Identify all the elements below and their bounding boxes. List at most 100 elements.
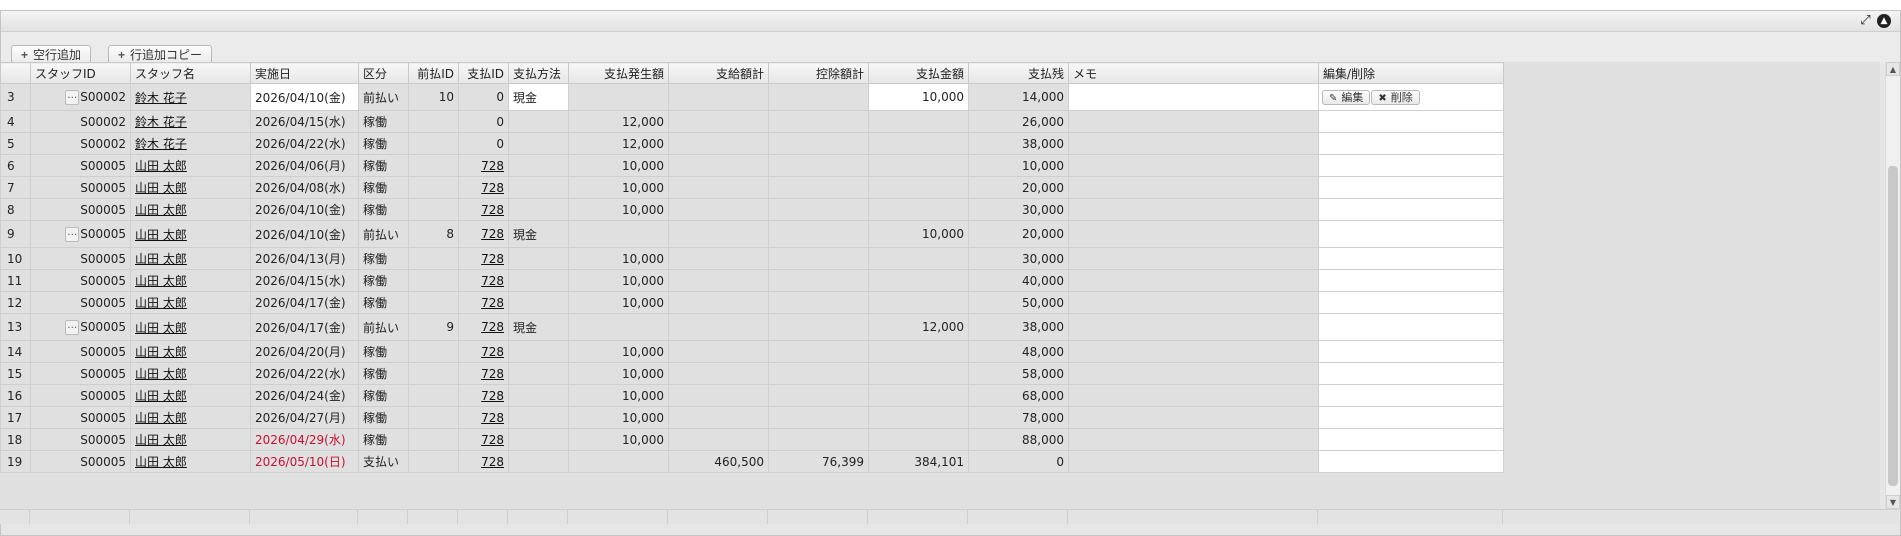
table-row[interactable]: 8 S00005 山田 太郎 2026/04/10(金) 稼働 728 10,000 30,0… [0, 198, 1504, 221]
table-row[interactable]: 4 S00002 鈴木 花子 2026/04/15(水) 稼働 0 12,000 26,000 [0, 110, 1504, 133]
pay-id-cell-text[interactable]: 728 [481, 320, 504, 334]
pay-id-cell-text[interactable]: 728 [481, 455, 504, 469]
staff-name-cell-text[interactable]: 山田 太郎 [135, 411, 187, 425]
pay-id-cell[interactable]: 728 [458, 406, 509, 429]
table-row[interactable]: 17 S00005 山田 太郎 2026/04/27(月) 稼働 728 10,000 78,… [0, 406, 1504, 429]
table-row[interactable]: 19 S00005 山田 太郎 2026/05/10(日) 支払い 728 460,500 7… [0, 450, 1504, 473]
table-row[interactable]: 3 … S00002 鈴木 花子 2026/04/10(金) 前払い 10 0 現金 10,000… [0, 83, 1504, 111]
column-header-1[interactable]: スタッフID [30, 62, 131, 84]
staff-name-cell-text[interactable]: 山田 太郎 [135, 455, 187, 469]
pay-id-cell[interactable]: 728 [458, 384, 509, 407]
pay-id-cell[interactable]: 728 [458, 340, 509, 363]
pay-id-cell[interactable]: 0 [458, 132, 509, 155]
pay-id-cell[interactable]: 728 [458, 198, 509, 221]
table-row[interactable]: 5 S00002 鈴木 花子 2026/04/22(水) 稼働 0 12,000 38,000 [0, 132, 1504, 155]
pay-id-cell[interactable]: 728 [458, 450, 509, 473]
pay-id-cell[interactable]: 728 [458, 154, 509, 177]
pay-id-cell-text[interactable]: 728 [481, 411, 504, 425]
pay-id-cell[interactable]: 0 [458, 110, 509, 133]
table-row[interactable]: 14 S00005 山田 太郎 2026/04/20(月) 稼働 728 10,000 48,… [0, 340, 1504, 363]
ellipsis-picker-icon[interactable]: … [65, 89, 80, 105]
expand-icon[interactable]: ⤢ [1858, 13, 1873, 28]
column-header-11[interactable]: 支払金額 [868, 62, 969, 84]
table-row[interactable]: 9 … S00005 山田 太郎 2026/04/10(金) 前払い 8 728 現金 10,00… [0, 220, 1504, 248]
staff-name-cell[interactable]: 山田 太郎 [130, 428, 251, 451]
edit-button[interactable]: ✎ 編集 [1322, 89, 1371, 105]
staff-name-cell[interactable]: 山田 太郎 [130, 198, 251, 221]
staff-name-cell-text[interactable]: 山田 太郎 [135, 274, 187, 288]
staff-name-cell[interactable]: 山田 太郎 [130, 154, 251, 177]
collapse-icon[interactable]: ▲ [1877, 14, 1891, 28]
column-header-12[interactable]: 支払残 [968, 62, 1069, 84]
staff-name-cell-text[interactable]: 山田 太郎 [135, 228, 187, 242]
pay-id-cell-text[interactable]: 728 [481, 227, 504, 241]
staff-name-cell[interactable]: 山田 太郎 [130, 247, 251, 270]
pay-id-cell[interactable]: 728 [458, 247, 509, 270]
staff-name-cell[interactable]: 山田 太郎 [130, 406, 251, 429]
pay-id-cell-text[interactable]: 728 [481, 274, 504, 288]
staff-name-cell[interactable]: 山田 太郎 [130, 291, 251, 314]
staff-name-cell[interactable]: 鈴木 花子 [130, 110, 251, 133]
pay-id-cell[interactable]: 728 [458, 313, 509, 341]
table-row[interactable]: 6 S00005 山田 太郎 2026/04/06(月) 稼働 728 10,000 10,0… [0, 154, 1504, 177]
table-row[interactable]: 13 … S00005 山田 太郎 2026/04/17(金) 前払い 9 728 現金 12,0… [0, 313, 1504, 341]
pay-id-cell[interactable]: 728 [458, 362, 509, 385]
pay-id-cell-text[interactable]: 728 [481, 203, 504, 217]
column-header-6[interactable]: 支払ID [458, 62, 509, 84]
staff-name-cell-text[interactable]: 鈴木 花子 [135, 115, 187, 129]
staff-name-cell-text[interactable]: 鈴木 花子 [135, 91, 187, 105]
staff-name-cell[interactable]: 山田 太郎 [130, 340, 251, 363]
table-row[interactable]: 11 S00005 山田 太郎 2026/04/15(水) 稼働 728 10,000 40,… [0, 269, 1504, 292]
staff-name-cell-text[interactable]: 山田 太郎 [135, 321, 187, 335]
pay-id-cell[interactable]: 728 [458, 176, 509, 199]
staff-name-cell-text[interactable]: 山田 太郎 [135, 345, 187, 359]
staff-name-cell[interactable]: 山田 太郎 [130, 450, 251, 473]
staff-name-cell-text[interactable]: 山田 太郎 [135, 389, 187, 403]
staff-name-cell-text[interactable]: 山田 太郎 [135, 159, 187, 173]
table-row[interactable]: 16 S00005 山田 太郎 2026/04/24(金) 稼働 728 10,000 68,… [0, 384, 1504, 407]
pay-id-cell-text[interactable]: 728 [481, 181, 504, 195]
delete-button[interactable]: ✖ 削除 [1371, 89, 1420, 105]
pay-id-cell-text[interactable]: 728 [481, 389, 504, 403]
staff-name-cell-text[interactable]: 山田 太郎 [135, 181, 187, 195]
table-row[interactable]: 10 S00005 山田 太郎 2026/04/13(月) 稼働 728 10,000 30,… [0, 247, 1504, 270]
vertical-scrollbar[interactable]: ▲ ▼ [1885, 62, 1900, 509]
pay-id-cell[interactable]: 728 [458, 428, 509, 451]
staff-name-cell[interactable]: 鈴木 花子 [130, 132, 251, 155]
pay-id-cell[interactable]: 728 [458, 291, 509, 314]
staff-name-cell[interactable]: 鈴木 花子 [130, 83, 251, 111]
table-row[interactable]: 7 S00005 山田 太郎 2026/04/08(水) 稼働 728 10,000 20,0… [0, 176, 1504, 199]
column-header-14[interactable]: 編集/削除 [1318, 62, 1504, 84]
column-header-13[interactable]: メモ [1068, 62, 1319, 84]
column-header-9[interactable]: 支給額計 [668, 62, 769, 84]
staff-name-cell[interactable]: 山田 太郎 [130, 313, 251, 341]
column-header-7[interactable]: 支払方法 [508, 62, 569, 84]
column-header-3[interactable]: 実施日 [250, 62, 359, 84]
pay-id-cell-text[interactable]: 728 [481, 252, 504, 266]
staff-name-cell[interactable]: 山田 太郎 [130, 384, 251, 407]
column-header-10[interactable]: 控除額計 [768, 62, 869, 84]
pay-id-cell-text[interactable]: 728 [481, 433, 504, 447]
pay-id-cell-text[interactable]: 728 [481, 367, 504, 381]
pay-id-cell-text[interactable]: 728 [481, 345, 504, 359]
ellipsis-picker-icon[interactable]: … [65, 226, 80, 242]
scroll-up-icon[interactable]: ▲ [1886, 62, 1900, 76]
column-header-8[interactable]: 支払発生額 [568, 62, 669, 84]
staff-name-cell-text[interactable]: 山田 太郎 [135, 296, 187, 310]
table-row[interactable]: 18 S00005 山田 太郎 2026/04/29(水) 稼働 728 10,000 88,… [0, 428, 1504, 451]
staff-name-cell[interactable]: 山田 太郎 [130, 220, 251, 248]
staff-name-cell-text[interactable]: 山田 太郎 [135, 367, 187, 381]
staff-name-cell[interactable]: 山田 太郎 [130, 269, 251, 292]
staff-name-cell-text[interactable]: 山田 太郎 [135, 433, 187, 447]
scroll-down-icon[interactable]: ▼ [1886, 495, 1900, 509]
pay-id-cell[interactable]: 728 [458, 269, 509, 292]
pay-id-cell-text[interactable]: 728 [481, 159, 504, 173]
pay-id-cell[interactable]: 728 [458, 220, 509, 248]
ellipsis-picker-icon[interactable]: … [65, 319, 80, 335]
column-header-0[interactable] [0, 62, 31, 84]
staff-name-cell-text[interactable]: 山田 太郎 [135, 252, 187, 266]
staff-name-cell[interactable]: 山田 太郎 [130, 176, 251, 199]
table-row[interactable]: 12 S00005 山田 太郎 2026/04/17(金) 稼働 728 10,000 50,… [0, 291, 1504, 314]
column-header-4[interactable]: 区分 [358, 62, 409, 84]
column-header-2[interactable]: スタッフ名 [130, 62, 251, 84]
